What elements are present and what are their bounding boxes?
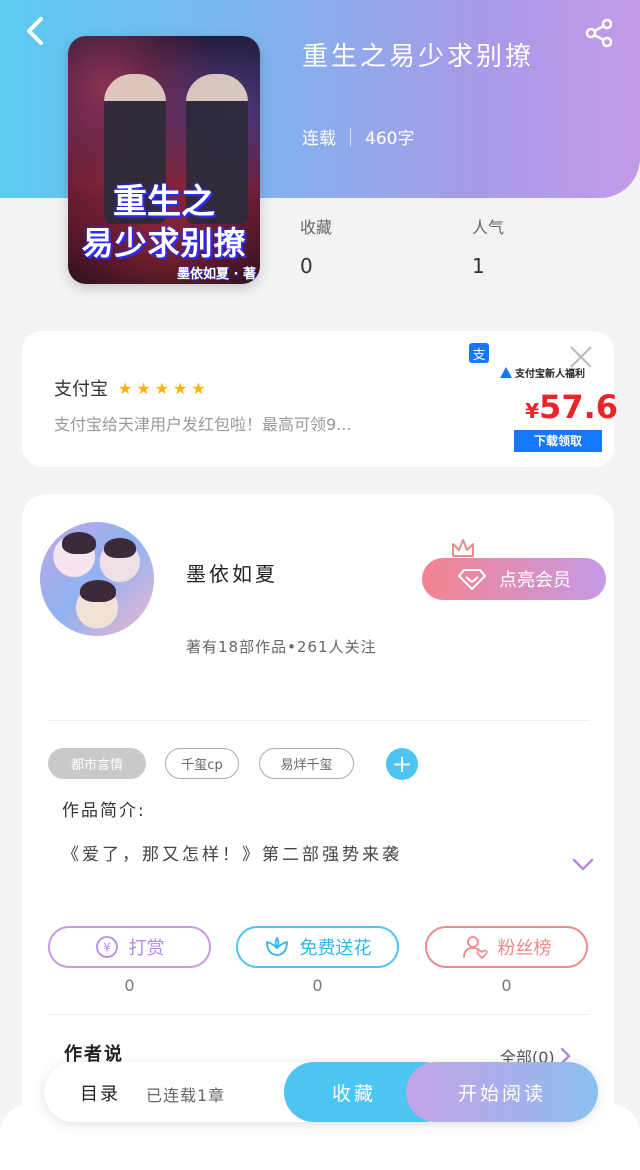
avatar-figure (80, 580, 116, 602)
promo-head: 支付宝新人福利 (500, 365, 618, 380)
diamond-icon (458, 569, 486, 590)
author-stats: 著有18部作品•261人关注 (186, 638, 377, 656)
back-arrow-icon (27, 17, 43, 45)
stat-value: 0 (300, 254, 313, 278)
reward-count: 0 (124, 976, 135, 995)
warning-icon (500, 367, 512, 378)
vip-label: 点亮会员 (499, 570, 571, 591)
send-flower-button[interactable]: 免费送花 (236, 926, 399, 968)
book-word-count: 460字 (365, 129, 415, 149)
ad-promo-banner[interactable]: 支付宝新人福利 ¥57.6 下载领取 (500, 365, 618, 452)
fan-user-icon (462, 936, 487, 959)
flower-count: 0 (312, 976, 323, 995)
vip-button[interactable]: 点亮会员 (422, 558, 606, 600)
download-button[interactable]: 下载领取 (514, 430, 602, 452)
star-icon: ★ (191, 378, 206, 398)
back-button[interactable] (18, 14, 52, 48)
collect-label: 收藏 (331, 1082, 376, 1105)
ad-app-name: 支付宝 (54, 379, 108, 400)
chevron-down-icon[interactable] (568, 852, 598, 876)
promo-head-text: 支付宝新人福利 (515, 369, 585, 380)
cover-title-line2: 易少求别撩 (81, 224, 247, 262)
avatar-figure (104, 538, 136, 558)
section-divider (48, 1014, 590, 1015)
intro-label: 作品简介: (62, 801, 146, 821)
ad-rating: ★ ★ ★ ★ ★ (118, 379, 206, 398)
start-reading-button[interactable]: 开始阅读 (406, 1062, 598, 1122)
chapter-progress: 已连载1章 (146, 1086, 226, 1105)
share-button[interactable] (580, 14, 618, 52)
table-of-contents-link[interactable]: 目录 (80, 1080, 120, 1106)
plus-icon: + (391, 750, 413, 778)
star-icon: ★ (118, 378, 133, 398)
book-meta: 连载 460字 (302, 124, 414, 149)
price-value: 57.6 (539, 388, 618, 426)
section-divider (48, 720, 590, 721)
book-status: 连载 (302, 129, 336, 149)
stat-value: 1 (472, 254, 485, 278)
fan-ranking-label: 粉丝榜 (497, 938, 552, 959)
book-title: 重生之易少求别撩 (302, 42, 535, 72)
book-cover[interactable]: 重生之 易少求别撩 墨依如夏 · 著 (68, 36, 260, 284)
meta-separator (350, 127, 351, 146)
tag-genre[interactable]: 都市言情 (48, 748, 146, 779)
author-name[interactable]: 墨依如夏 (186, 558, 278, 587)
add-tag-button[interactable]: + (386, 748, 418, 780)
cover-title-line1: 重生之 (113, 182, 215, 222)
reward-button[interactable]: ¥ 打赏 (48, 926, 211, 968)
tag-person[interactable]: 易烊千玺 (259, 748, 354, 779)
stat-label: 人气 (472, 218, 505, 237)
tag-cp[interactable]: 千玺cp (165, 748, 239, 779)
yen-coin-icon: ¥ (95, 936, 118, 958)
author-avatar[interactable] (40, 522, 154, 636)
star-icon: ★ (154, 378, 170, 398)
ad-description: 支付宝给天津用户发红包啦！最高可领9... (54, 415, 352, 434)
price-symbol: ¥ (525, 399, 540, 423)
avatar-figure (62, 532, 96, 554)
flower-icon (265, 937, 288, 956)
intro-text: 《爱了，那又怎样！》第二部强势来袭 (62, 845, 402, 865)
alipay-app-icon: 支 (469, 343, 489, 363)
star-icon: ★ (173, 378, 188, 398)
fan-count: 0 (501, 976, 512, 995)
fan-ranking-button[interactable]: 粉丝榜 (425, 926, 588, 968)
cover-author: 墨依如夏 · 著 (177, 267, 256, 282)
svg-text:¥: ¥ (103, 941, 111, 955)
stat-collect: 收藏 0 (300, 214, 332, 278)
ad-card[interactable]: 支付宝 ★ ★ ★ ★ ★ 支付宝给天津用户发红包啦！最高可领9... 支 支付… (22, 331, 618, 467)
ad-app-name-row: 支付宝 ★ ★ ★ ★ ★ (54, 375, 206, 401)
crown-icon (452, 539, 474, 557)
stat-popularity: 人气 1 (472, 214, 504, 278)
start-reading-label: 开始阅读 (457, 1082, 546, 1105)
share-icon (585, 18, 613, 48)
stat-label: 收藏 (300, 218, 333, 237)
promo-price: ¥57.6 (500, 388, 618, 426)
send-flower-label: 免费送花 (299, 938, 372, 959)
reward-label: 打赏 (128, 938, 165, 959)
star-icon: ★ (136, 378, 151, 398)
